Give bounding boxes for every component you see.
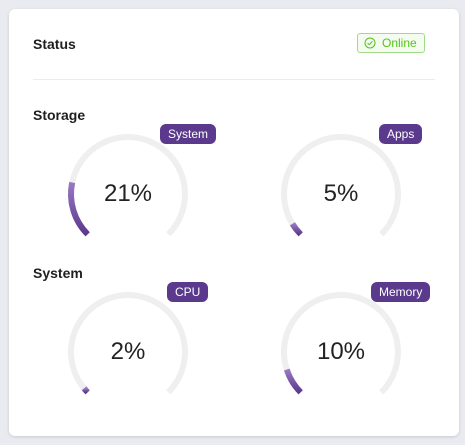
- storage-apps-gauge-label: Apps: [379, 124, 423, 144]
- system-cpu-gauge: 2%: [63, 287, 193, 417]
- status-badge-label: Online: [382, 36, 417, 50]
- system-memory-gauge-value: 10%: [316, 338, 366, 365]
- system-cpu-gauge-label: CPU: [167, 282, 209, 302]
- divider: [33, 79, 435, 80]
- storage-section-title: Storage: [33, 107, 86, 123]
- status-badge: Online: [357, 33, 425, 53]
- storage-system-gauge-value: 21%: [103, 180, 153, 207]
- status-title: Status: [33, 36, 76, 52]
- storage-system-gauge-label: System: [160, 124, 217, 144]
- status-card: Status Online Storage 21% System 5% Apps…: [9, 9, 459, 436]
- system-cpu-gauge-value: 2%: [110, 338, 146, 365]
- check-circle-icon: [364, 37, 376, 49]
- storage-system-gauge: 21%: [63, 129, 193, 259]
- storage-apps-gauge-value: 5%: [323, 180, 359, 207]
- system-section-title: System: [33, 265, 83, 281]
- system-memory-gauge-label: Memory: [371, 282, 431, 302]
- system-memory-gauge: 10%: [276, 287, 406, 417]
- storage-apps-gauge: 5%: [276, 129, 406, 259]
